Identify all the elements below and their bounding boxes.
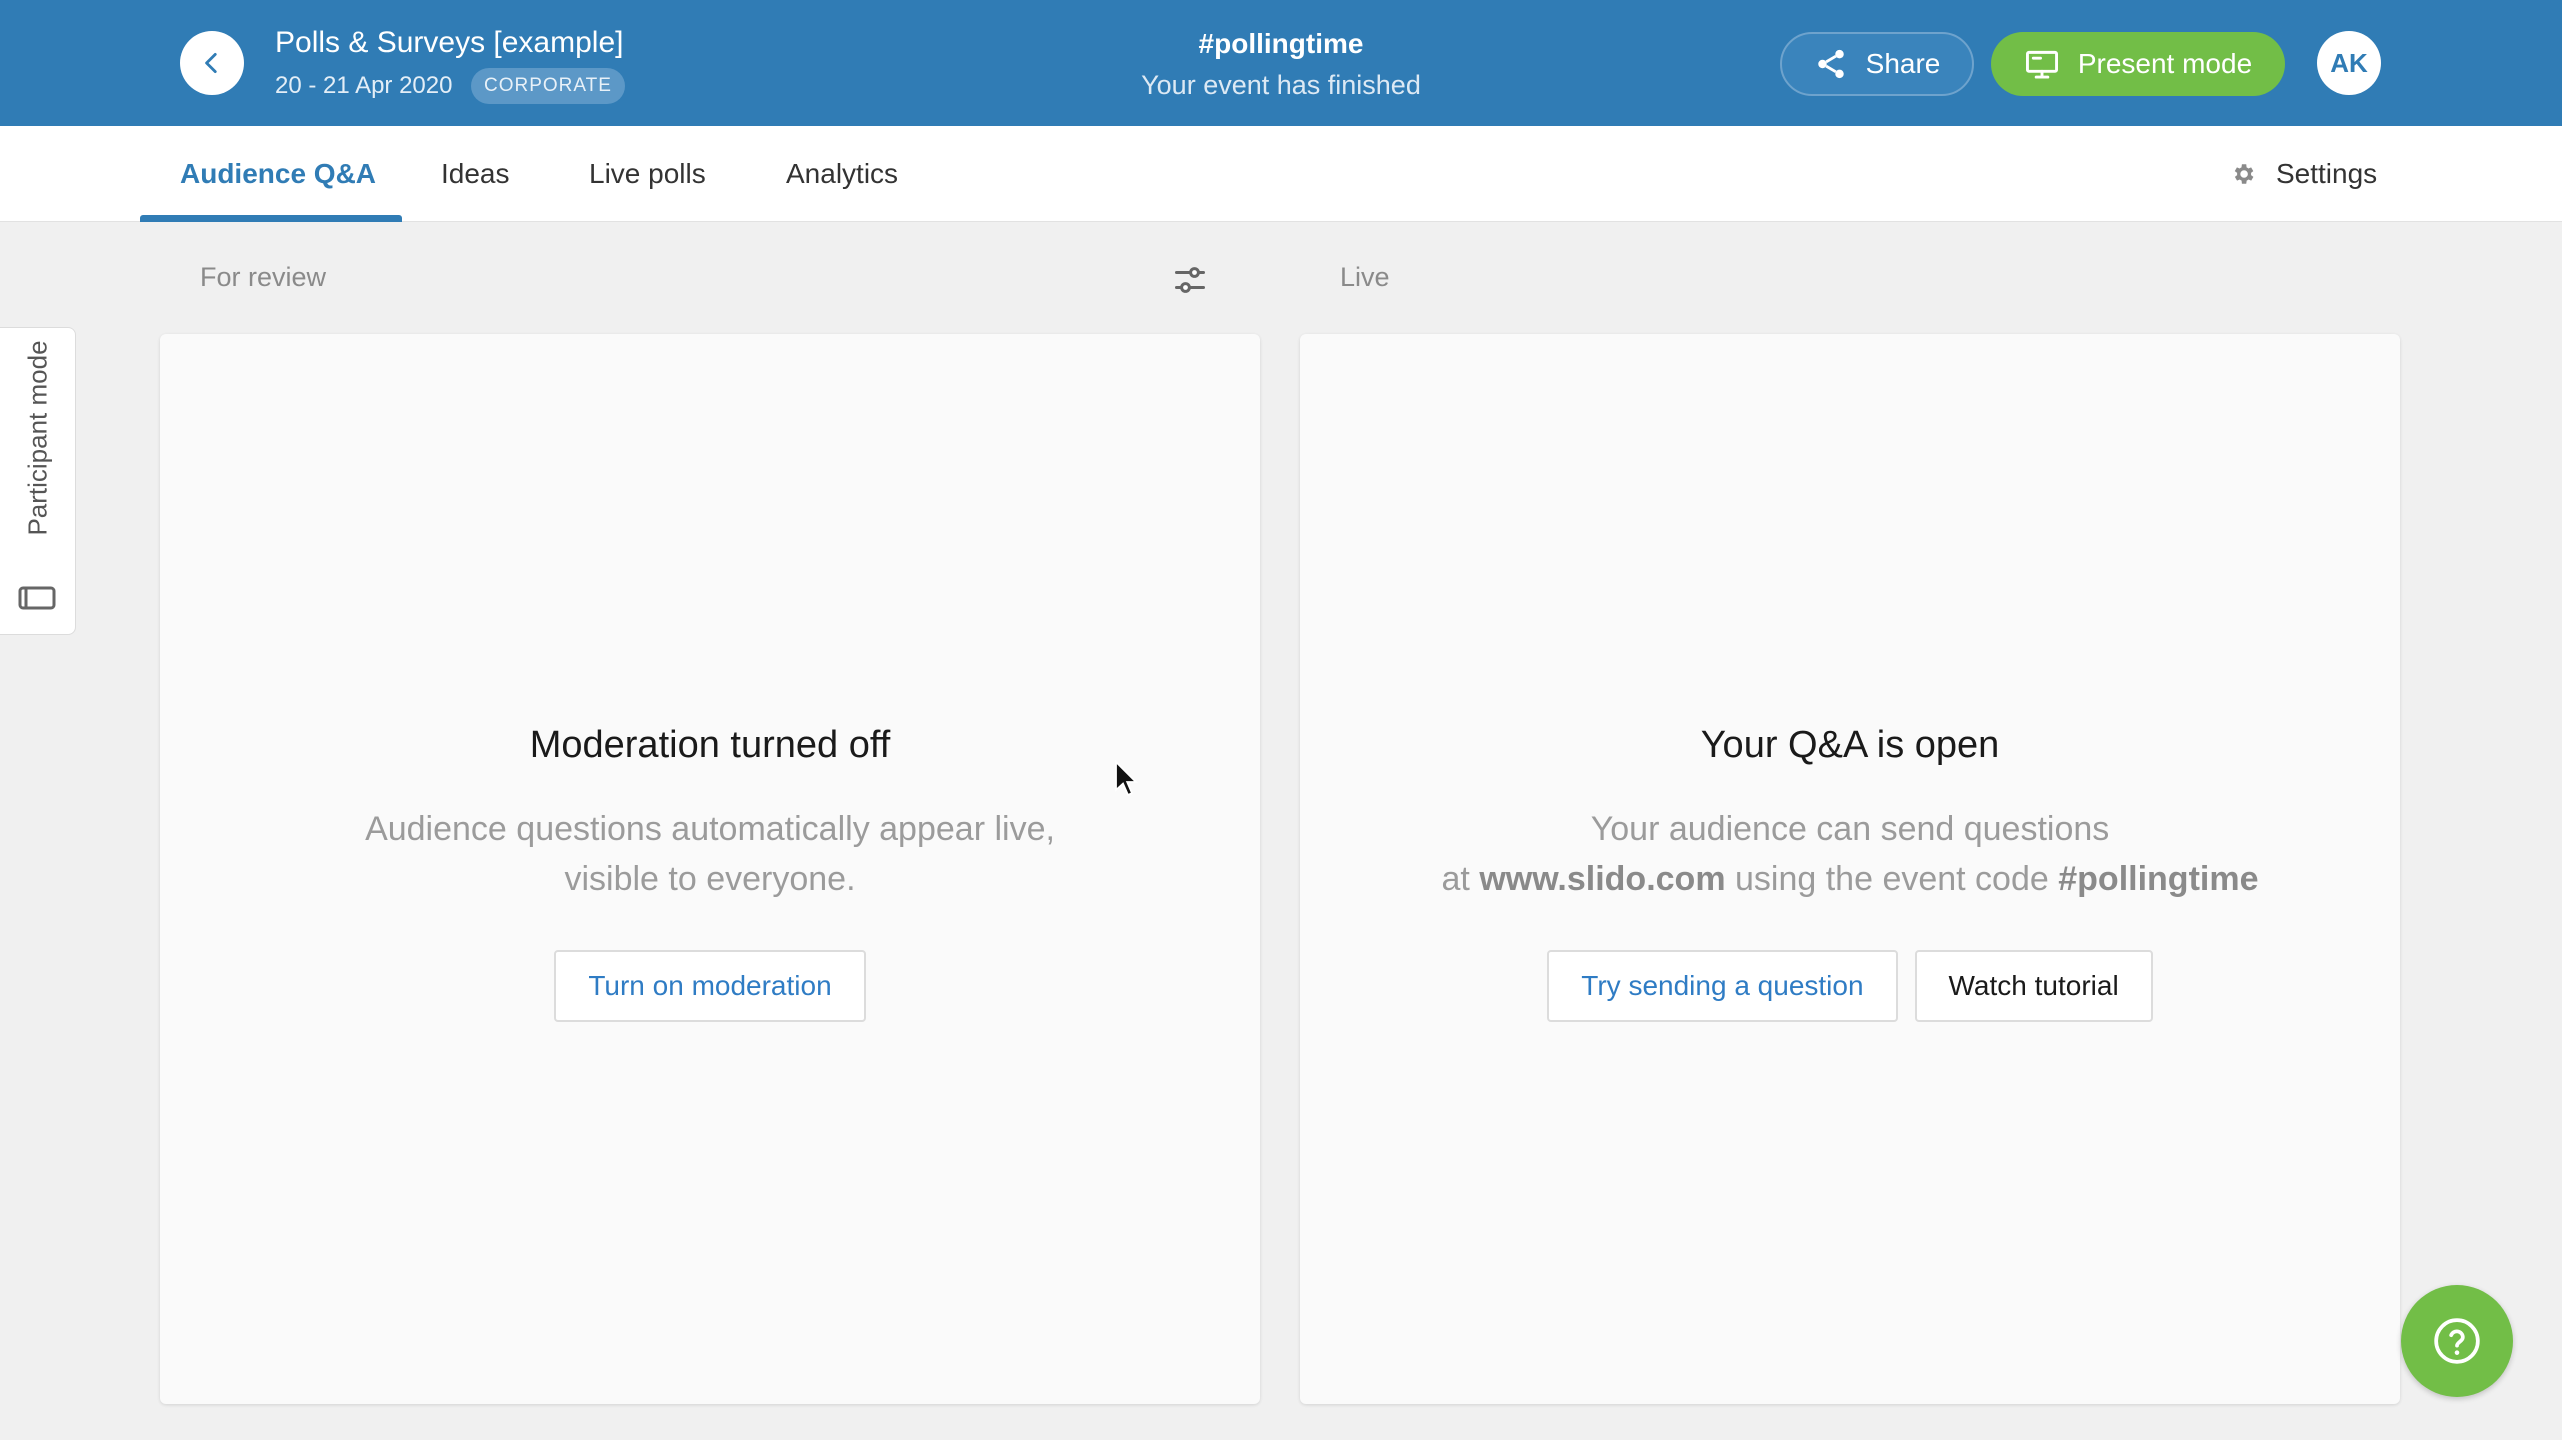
live-panel: Your Q&A is open Your audience can send … (1300, 334, 2400, 1404)
try-sending-question-button[interactable]: Try sending a question (1547, 950, 1898, 1022)
tab-analytics[interactable]: Analytics (786, 126, 898, 222)
participant-screen-icon (18, 586, 56, 610)
settings-label: Settings (2276, 158, 2378, 189)
for-review-label: For review (200, 262, 327, 292)
help-button[interactable] (2401, 1285, 2513, 1397)
mouse-cursor-icon (1115, 760, 1139, 797)
gear-icon (2234, 164, 2254, 184)
tab-ideas[interactable]: Ideas (441, 126, 510, 222)
turn-on-moderation-button[interactable]: Turn on moderation (554, 950, 866, 1022)
settings-link[interactable]: Settings (2230, 126, 2377, 222)
participant-mode-label: Participant mode (22, 340, 53, 536)
monitor-icon (2025, 50, 2058, 79)
qa-open-description-line2: at www.slido.com using the event code #p… (1300, 854, 2400, 904)
filter-sliders-icon[interactable] (1172, 262, 1208, 298)
help-question-icon (2434, 1318, 2480, 1364)
qa-event-code-text: #pollingtime (2058, 860, 2259, 898)
qa-open-description: Your audience can send questions at www.… (1300, 804, 2400, 904)
qa-text-mid: using the event code (1735, 860, 2049, 898)
tab-audience-qa[interactable]: Audience Q&A (180, 126, 376, 222)
qa-open-description-line1: Your audience can send questions (1590, 810, 2110, 848)
moderation-actions: Turn on moderation (160, 950, 1260, 1022)
present-mode-button[interactable]: Present mode (1991, 32, 2285, 96)
top-header: Polls & Surveys [example] 20 - 21 Apr 20… (0, 0, 2562, 126)
share-button[interactable]: Share (1780, 32, 1974, 96)
qa-open-title: Your Q&A is open (1700, 724, 2000, 766)
tab-bar: Audience Q&A Ideas Live polls Analytics … (0, 126, 2562, 222)
participant-mode-tab[interactable]: Participant mode (0, 327, 76, 635)
moderation-description-line1: Audience questions automatically appear … (365, 810, 1055, 848)
present-mode-label: Present mode (2077, 48, 2253, 79)
tab-live-polls[interactable]: Live polls (589, 126, 706, 222)
for-review-panel: Moderation turned off Audience questions… (160, 334, 1260, 1404)
slido-site-text: www.slido.com (1479, 860, 1726, 898)
moderation-description-line2: visible to everyone. (564, 860, 856, 898)
qa-actions: Try sending a question Watch tutorial (1300, 950, 2400, 1022)
live-label: Live (1340, 262, 1390, 292)
share-icon (1817, 49, 1844, 79)
user-avatar[interactable]: AK (2317, 31, 2381, 95)
share-label: Share (1865, 48, 1941, 79)
moderation-title: Moderation turned off (529, 724, 891, 766)
watch-tutorial-button[interactable]: Watch tutorial (1914, 950, 2153, 1022)
moderation-description: Audience questions automatically appear … (160, 804, 1260, 904)
active-tab-indicator (140, 215, 402, 222)
qa-text-at: at (1441, 860, 1470, 898)
